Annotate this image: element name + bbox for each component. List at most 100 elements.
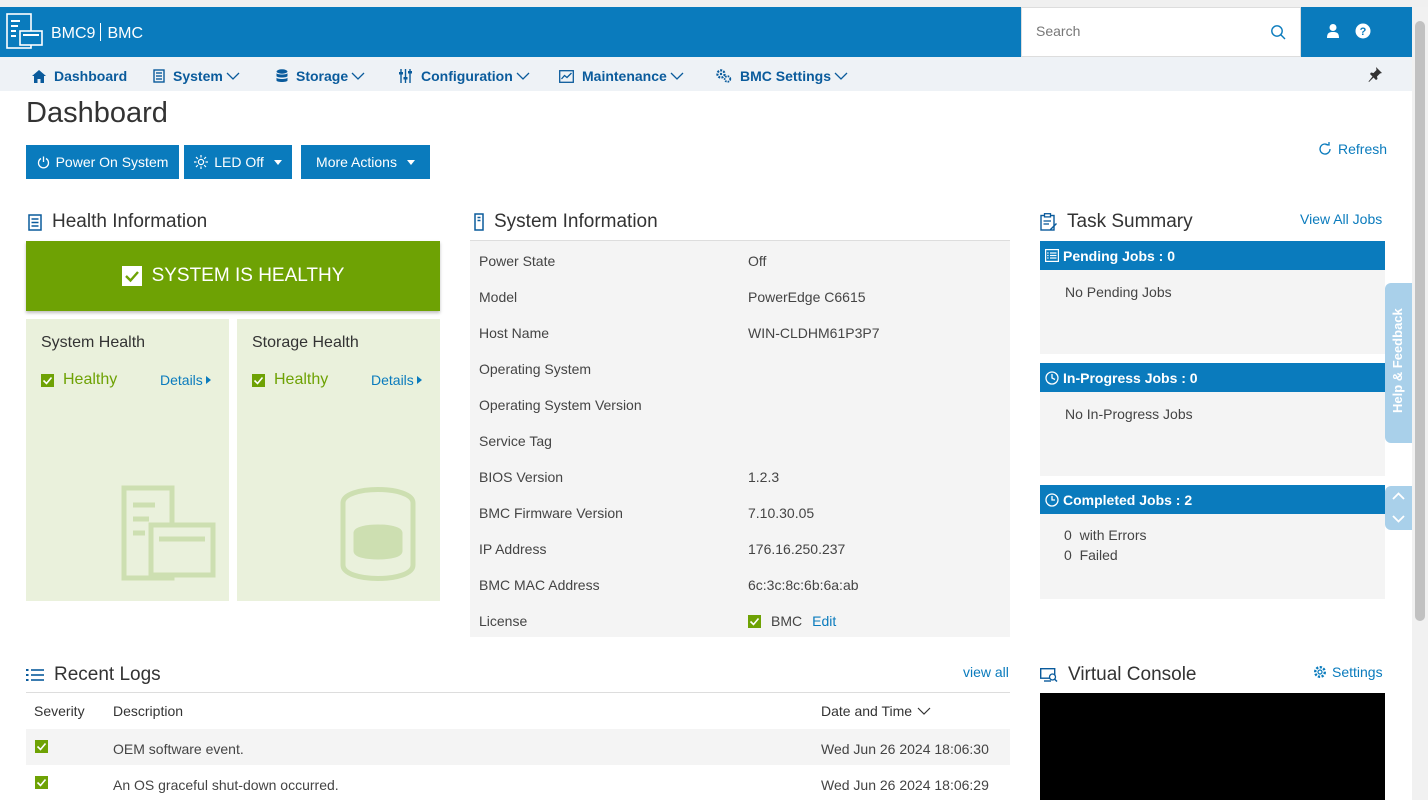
main-nav: Dashboard System Storage Configuration M… <box>0 57 1412 91</box>
storage-watermark-icon <box>340 487 416 581</box>
home-icon <box>32 69 46 83</box>
gears-icon <box>716 69 732 83</box>
led-off-button[interactable]: LED Off <box>184 145 292 179</box>
search-input[interactable] <box>1036 23 1256 39</box>
license-value: BMC <box>771 613 803 629</box>
check-icon <box>252 373 265 387</box>
chevron-down-icon[interactable] <box>1392 515 1405 523</box>
logs-divider <box>26 692 1010 693</box>
scrollbar-thumb[interactable] <box>1415 21 1425 621</box>
sysinfo-row: BMC MAC Address 6c:3c:8c:6b:6a:ab <box>479 577 859 593</box>
chevron-down-icon <box>516 72 530 80</box>
caret-right-icon <box>205 376 211 384</box>
chevron-up-icon[interactable] <box>1392 492 1405 500</box>
power-on-button[interactable]: Power On System <box>26 145 179 179</box>
nav-maintenance[interactable]: Maintenance <box>559 67 684 85</box>
table-row[interactable]: An OS graceful shut-down occurred. Wed J… <box>26 765 1010 800</box>
license-edit-link[interactable]: Edit <box>812 613 836 629</box>
server-logo-icon <box>6 13 43 49</box>
nav-bmc-settings[interactable]: BMC Settings <box>716 67 848 85</box>
col-description[interactable]: Description <box>113 703 183 719</box>
check-icon <box>41 373 54 387</box>
list-check-icon <box>1045 249 1059 262</box>
sysinfo-row-license: License BMC Edit <box>479 613 837 629</box>
power-icon <box>37 156 49 168</box>
scroll-arrows <box>1385 486 1412 530</box>
col-severity[interactable]: Severity <box>34 703 85 719</box>
pending-jobs-text: No Pending Jobs <box>1065 284 1172 300</box>
check-icon <box>748 614 761 628</box>
sysinfo-row: Operating System Version <box>479 397 642 413</box>
task-summary-title: Task Summary <box>1040 211 1193 233</box>
pending-jobs-header[interactable]: Pending Jobs : 0 <box>1040 241 1385 270</box>
search-icon[interactable] <box>1270 24 1286 40</box>
clipboard-icon <box>1040 213 1057 231</box>
user-icon[interactable] <box>1326 23 1340 39</box>
svg-text:?: ? <box>1360 26 1367 38</box>
system-health-card: System Health Healthy Details <box>26 319 229 601</box>
top-bar: BMC9 BMC ? <box>0 7 1412 57</box>
in-progress-jobs-header[interactable]: In-Progress Jobs : 0 <box>1040 363 1385 392</box>
server-tower-icon <box>474 213 484 231</box>
caret-down-icon <box>273 159 282 165</box>
list-icon <box>26 669 44 681</box>
virtual-console-preview[interactable] <box>1040 693 1385 800</box>
pin-icon[interactable] <box>1367 66 1383 82</box>
completed-jobs-header[interactable]: Completed Jobs : 2 <box>1040 485 1385 514</box>
page-scrollbar[interactable] <box>1412 7 1428 800</box>
in-progress-jobs-text: No In-Progress Jobs <box>1065 406 1193 422</box>
log-datetime: Wed Jun 26 2024 18:06:29 <box>821 777 989 793</box>
brand-title: BMC9 BMC <box>51 23 143 43</box>
nav-system[interactable]: System <box>153 67 240 85</box>
nav-configuration[interactable]: Configuration <box>398 67 530 85</box>
col-datetime[interactable]: Date and Time <box>821 703 931 719</box>
sysinfo-row: BIOS Version 1.2.3 <box>479 469 780 485</box>
chevron-down-icon <box>351 72 365 80</box>
log-description: OEM software event. <box>113 741 244 757</box>
monitor-chart-icon <box>559 69 574 83</box>
more-actions-button[interactable]: More Actions <box>301 145 430 179</box>
chevron-down-icon <box>226 72 240 80</box>
refresh-icon <box>1319 142 1331 155</box>
app-subtitle: BMC <box>107 25 144 42</box>
console-settings-link[interactable]: Settings <box>1313 664 1383 680</box>
sysinfo-row: BMC Firmware Version 7.10.30.05 <box>479 505 815 521</box>
clock-icon <box>1045 492 1059 507</box>
help-feedback-tab[interactable]: Help & Feedback <box>1385 283 1412 443</box>
storage-health-card: Storage Health Healthy Details <box>237 319 440 601</box>
caret-right-icon <box>416 376 422 384</box>
chevron-down-icon <box>670 72 684 80</box>
system-healthy-banner: SYSTEM IS HEALTHY <box>26 241 440 311</box>
sysinfo-row: Service Tag <box>479 433 552 449</box>
search-box <box>1021 7 1301 57</box>
pending-jobs-body: No Pending Jobs <box>1040 270 1385 354</box>
sliders-icon <box>399 69 412 83</box>
view-all-jobs-link[interactable]: View All Jobs <box>1300 211 1382 227</box>
system-information-title: System Information <box>474 211 658 233</box>
refresh-link[interactable]: Refresh <box>1318 141 1387 157</box>
chevron-down-icon <box>834 72 848 80</box>
sysinfo-row: Model PowerEdge C6615 <box>479 289 866 305</box>
check-icon <box>35 740 48 753</box>
table-row[interactable]: OEM software event. Wed Jun 26 2024 18:0… <box>26 729 1010 765</box>
caret-down-icon <box>406 159 415 165</box>
server-icon <box>28 213 42 231</box>
check-icon <box>35 776 48 789</box>
recent-logs-title: Recent Logs <box>26 664 161 686</box>
sun-icon <box>194 155 209 169</box>
log-datetime: Wed Jun 26 2024 18:06:30 <box>821 741 989 757</box>
completed-failed-line: 0 Failed <box>1064 547 1118 563</box>
sysinfo-row: Operating System <box>479 361 592 377</box>
help-icon[interactable]: ? <box>1355 23 1371 39</box>
check-icon <box>121 266 142 286</box>
system-health-details-link[interactable]: Details <box>160 372 211 388</box>
page-title: Dashboard <box>26 97 168 129</box>
nav-storage[interactable]: Storage <box>276 67 365 85</box>
system-health-title: System Health <box>41 334 146 351</box>
storage-health-details-link[interactable]: Details <box>371 372 422 388</box>
storage-health-status: Healthy <box>252 371 328 389</box>
logs-view-all-link[interactable]: view all <box>963 664 1009 680</box>
nav-dashboard[interactable]: Dashboard <box>32 67 127 85</box>
gear-icon <box>1313 665 1327 679</box>
virtual-console-title: Virtual Console <box>1040 664 1197 686</box>
